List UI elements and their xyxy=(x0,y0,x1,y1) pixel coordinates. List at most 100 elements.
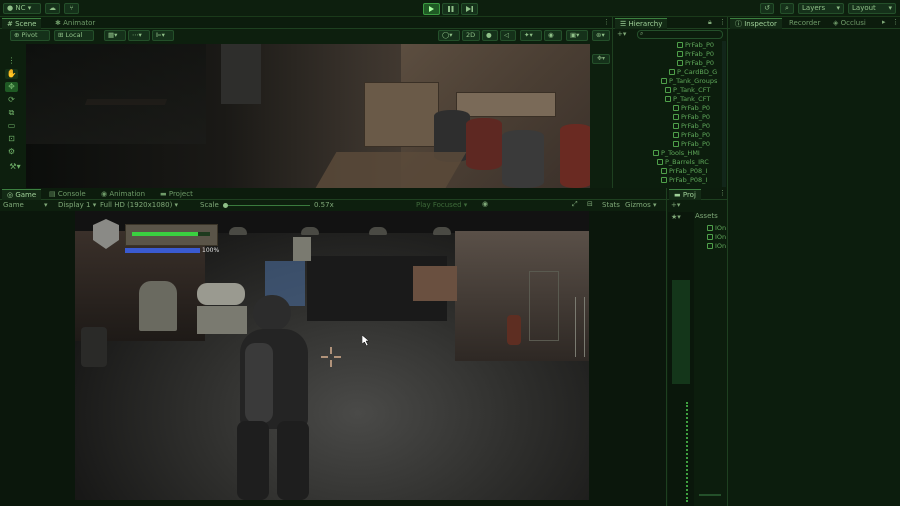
play-button[interactable] xyxy=(423,3,440,15)
lock-icon[interactable]: 🔒︎ xyxy=(708,18,712,27)
orientation-gizmo[interactable]: ✥▾ xyxy=(592,54,610,64)
more-options-icon[interactable]: ⋮ xyxy=(892,18,899,26)
gizmo-toggle-icon[interactable]: ⤢ xyxy=(572,200,578,209)
dots-handle-icon[interactable]: ⋮ xyxy=(5,56,18,66)
resolution-dropdown[interactable]: Full HD (1920x1080) ▾ xyxy=(100,201,178,209)
add-icon[interactable]: +▾ xyxy=(671,201,680,209)
hierarchy-item[interactable]: PrFab_P0 xyxy=(673,140,710,148)
camera-settings-button[interactable]: ▣▾ xyxy=(566,30,588,41)
tab-scene[interactable]: # Scene xyxy=(2,18,42,29)
hierarchy-item[interactable]: PrFab_P0 xyxy=(677,41,714,49)
hand-tool-icon[interactable]: ✋ xyxy=(5,69,18,79)
tab-recorder[interactable]: Recorder xyxy=(784,18,825,29)
hierarchy-tabbar: ☰ Hierarchy 🔒︎ ⋮ xyxy=(613,17,728,29)
tab-animator-label: Animator xyxy=(63,19,96,27)
tab-animator[interactable]: ✱ Animator xyxy=(50,18,100,29)
project-file-item[interactable]: IOn xyxy=(707,242,726,250)
tab-hierarchy[interactable]: ☰ Hierarchy xyxy=(615,18,668,29)
hierarchy-item[interactable]: PrFab_P08_I xyxy=(661,176,707,184)
favorites-icon[interactable]: ★▾ xyxy=(671,213,681,221)
custom-tool-icon[interactable]: ⚙ xyxy=(5,147,18,157)
effects-toggle[interactable]: ✦▾ xyxy=(520,30,542,41)
hierarchy-scrollbar[interactable] xyxy=(722,41,726,187)
move-tool-icon[interactable]: ✥ xyxy=(5,82,18,92)
more-options-icon[interactable]: ⋮ xyxy=(719,189,726,197)
tab-overflow-icon[interactable]: ▸ xyxy=(882,18,886,26)
rotate-tool-icon[interactable]: ⟳ xyxy=(5,95,18,105)
hierarchy-item[interactable]: PrFab_P0 xyxy=(673,122,710,130)
hidden-objects-toggle[interactable]: ◉ xyxy=(544,30,562,41)
project-file-item[interactable]: IOn xyxy=(707,233,726,241)
health-bar-fill xyxy=(132,232,199,236)
hierarchy-item[interactable]: P_CardBD_G xyxy=(669,68,717,76)
align-button[interactable]: ⊫▾ xyxy=(152,30,174,41)
resize-icon[interactable]: ⊟ xyxy=(587,200,593,208)
collab-button[interactable]: ⑂ xyxy=(64,3,79,14)
scene-viewport[interactable] xyxy=(26,44,590,188)
lighting-toggle[interactable]: ● xyxy=(482,30,498,41)
hierarchy-item[interactable]: PrFab_P0 xyxy=(673,113,710,121)
add-icon[interactable]: +▾ xyxy=(617,30,626,38)
zoom-slider[interactable] xyxy=(699,494,721,496)
hierarchy-item[interactable]: P_Barrels_IRC xyxy=(657,158,709,166)
folder-tree-selection xyxy=(672,280,690,384)
prefab-icon xyxy=(673,132,679,138)
play-focused-dropdown[interactable]: Play Focused ▾ xyxy=(416,201,467,209)
tab-project[interactable]: ▬ Project xyxy=(155,189,198,200)
scale-tool-icon[interactable]: ⧉ xyxy=(5,108,18,118)
grid-snap-button[interactable]: ▦▾ xyxy=(104,30,126,41)
tab-inspector[interactable]: ⓘ Inspector xyxy=(730,18,782,29)
inspector-tabbar: ⓘ Inspector Recorder ◈ Occlusi ▸ ⋮ xyxy=(728,17,900,29)
gizmos-scene-button[interactable]: ⊛▾ xyxy=(592,30,610,41)
tab-game[interactable]: ◎ Game xyxy=(2,189,42,200)
pause-button[interactable] xyxy=(442,3,459,15)
audio-toggle[interactable]: ◁ xyxy=(500,30,516,41)
scale-slider-thumb[interactable] xyxy=(223,203,228,208)
local-dropdown[interactable]: ⊞ Local xyxy=(54,30,94,41)
tab-animation-label: Animation xyxy=(109,190,146,198)
tab-project-side[interactable]: ▬ Proj xyxy=(669,189,701,200)
draw-mode-button[interactable]: ◯▾ xyxy=(438,30,460,41)
hierarchy-item[interactable]: PrFab_P0 xyxy=(677,59,714,67)
layout-dropdown[interactable]: Layout ▾ xyxy=(848,3,896,14)
cloud-button[interactable]: ☁ xyxy=(45,3,60,14)
hierarchy-item[interactable]: PrFab_P0 xyxy=(673,104,710,112)
editor-tools-icon[interactable]: ⚒▾ xyxy=(5,162,25,172)
tab-recorder-label: Recorder xyxy=(789,19,821,27)
step-button[interactable] xyxy=(461,3,478,15)
account-button[interactable]: ● NC ▾ xyxy=(3,3,41,14)
more-options-icon[interactable]: ⋮ xyxy=(603,18,610,26)
history-button[interactable]: ↺ xyxy=(760,3,774,14)
mode-2d-toggle[interactable]: 2D xyxy=(462,30,480,41)
search-button[interactable]: ⌕ xyxy=(780,3,794,14)
display-dropdown[interactable]: Display 1 ▾ xyxy=(58,201,96,209)
layers-dropdown[interactable]: Layers ▾ xyxy=(798,3,844,14)
rect-tool-icon[interactable]: ▭ xyxy=(5,121,18,131)
tab-console[interactable]: ▤ Console xyxy=(44,189,91,200)
hierarchy-item[interactable]: PrFab_P0 xyxy=(677,50,714,58)
scale-slider[interactable] xyxy=(223,203,310,208)
mute-audio-icon[interactable]: ◉ xyxy=(482,200,488,208)
hierarchy-item[interactable]: PrFab_P0 xyxy=(673,131,710,139)
assets-breadcrumb[interactable]: Assets xyxy=(695,212,728,222)
game-viewport[interactable]: 100% xyxy=(75,211,589,500)
game-mode-dropdown[interactable]: Game xyxy=(3,201,24,209)
tab-animation[interactable]: ◉ Animation xyxy=(96,189,150,200)
gizmos-dropdown[interactable]: Gizmos ▾ xyxy=(625,201,657,209)
hierarchy-item[interactable]: P_Tank_CFT xyxy=(665,95,710,103)
tab-occlusion[interactable]: ◈ Occlusi xyxy=(828,18,871,29)
more-options-icon[interactable]: ⋮ xyxy=(719,18,726,26)
hierarchy-item[interactable]: P_Tank_Groups xyxy=(661,77,717,85)
pivot-dropdown[interactable]: ⊕ Pivot xyxy=(10,30,50,41)
hierarchy-item[interactable]: PrFab_P08_I xyxy=(661,167,707,175)
transform-tool-icon[interactable]: ⊡ xyxy=(5,134,18,144)
folder-icon: ▬ xyxy=(160,190,167,198)
prefab-icon xyxy=(653,150,659,156)
prefab-icon xyxy=(665,87,671,93)
stats-button[interactable]: Stats xyxy=(602,201,620,209)
snap-increment-button[interactable]: ⋯▾ xyxy=(128,30,150,41)
hierarchy-item[interactable]: P_Tools_HMI xyxy=(653,149,700,157)
project-file-item[interactable]: IOn xyxy=(707,224,726,232)
hierarchy-search-input[interactable]: ⌕ xyxy=(637,30,723,39)
hierarchy-item[interactable]: P_Tank_CFT xyxy=(665,86,710,94)
